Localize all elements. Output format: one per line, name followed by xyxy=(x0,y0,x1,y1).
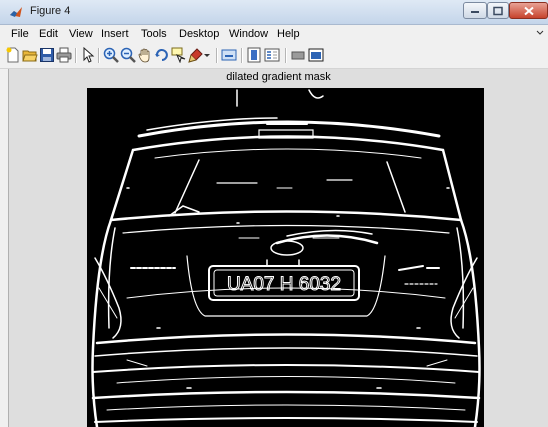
title-bar[interactable]: Figure 4 xyxy=(0,0,548,25)
minimize-icon xyxy=(471,10,479,13)
show-plot-tools-icon[interactable] xyxy=(308,47,324,63)
menu-edit[interactable]: Edit xyxy=(39,28,58,40)
minimize-button[interactable] xyxy=(463,2,487,19)
toolbar-separator xyxy=(98,48,99,63)
close-icon xyxy=(523,6,534,15)
insert-legend-icon[interactable] xyxy=(264,47,280,63)
license-plate-text: UA07 H 6032 xyxy=(227,274,341,295)
menu-insert[interactable]: Insert xyxy=(101,28,129,40)
menu-tools[interactable]: Tools xyxy=(141,28,167,40)
menu-file[interactable]: File xyxy=(11,28,29,40)
menu-view[interactable]: View xyxy=(69,28,93,40)
rotate-3d-icon[interactable] xyxy=(154,47,170,63)
zoom-out-icon[interactable] xyxy=(120,47,136,63)
axes-title: dilated gradient mask xyxy=(226,71,331,83)
figure-window: Figure 4 File Edit View Insert Tools Des… xyxy=(0,0,548,427)
zoom-in-icon[interactable] xyxy=(103,47,119,63)
maximize-icon xyxy=(493,6,503,15)
data-cursor-icon[interactable] xyxy=(171,47,187,63)
menu-bar: File Edit View Insert Tools Desktop Wind… xyxy=(0,25,548,43)
print-figure-icon[interactable] xyxy=(56,47,72,63)
toolbar-separator xyxy=(75,48,76,63)
menu-overflow-arrow-icon[interactable] xyxy=(536,29,544,37)
new-figure-icon[interactable] xyxy=(5,47,21,63)
window-title: Figure 4 xyxy=(30,5,71,17)
matlab-logo-icon xyxy=(10,7,22,17)
toolbar-separator xyxy=(241,48,242,63)
figure-toolbar xyxy=(0,43,548,69)
edge-mask-image: UA07 H 6032 xyxy=(91,89,481,427)
link-plot-icon[interactable] xyxy=(221,47,237,63)
hide-plot-tools-icon[interactable] xyxy=(290,47,306,63)
open-file-icon[interactable] xyxy=(22,47,38,63)
menu-help[interactable]: Help xyxy=(277,28,300,40)
pan-hand-icon[interactable] xyxy=(137,47,153,63)
toolbar-separator xyxy=(285,48,286,63)
menu-desktop[interactable]: Desktop xyxy=(179,28,219,40)
image-axes[interactable]: UA07 H 6032 xyxy=(87,88,484,427)
edit-plot-arrow-icon[interactable] xyxy=(80,47,96,63)
save-figure-icon[interactable] xyxy=(39,47,55,63)
maximize-button[interactable] xyxy=(487,2,509,19)
menu-window[interactable]: Window xyxy=(229,28,268,40)
toolbar-separator xyxy=(216,48,217,63)
insert-colorbar-icon[interactable] xyxy=(246,47,262,63)
brush-dropdown-icon[interactable] xyxy=(203,47,211,63)
close-button[interactable] xyxy=(509,2,548,19)
brush-icon[interactable] xyxy=(188,47,204,63)
